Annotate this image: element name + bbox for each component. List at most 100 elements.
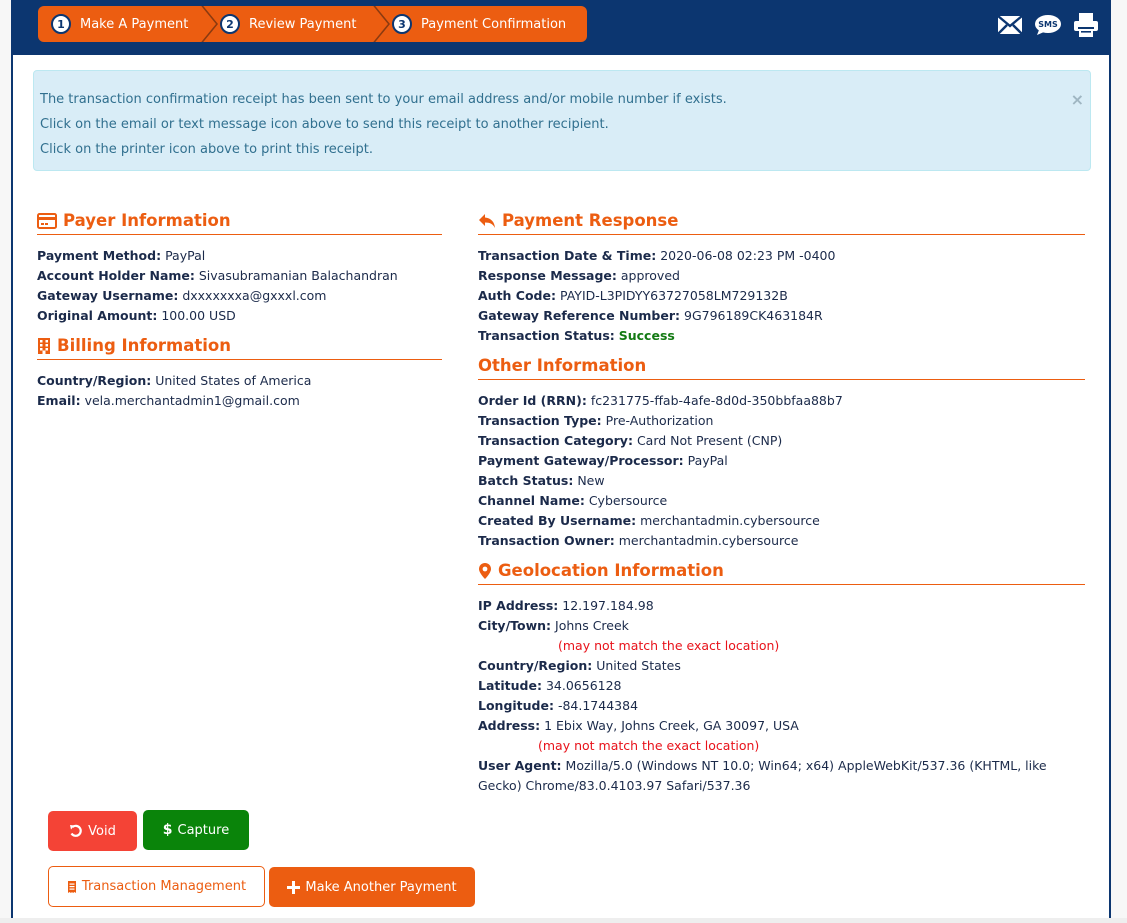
map-marker-icon xyxy=(478,562,492,580)
printer-icon[interactable] xyxy=(1073,12,1099,38)
detail-row: Gateway Username: dxxxxxxxa@gxxxl.com xyxy=(37,286,442,306)
detail-value: United States xyxy=(596,658,681,673)
void-button[interactable]: Void xyxy=(48,811,137,851)
detail-value: Cybersource xyxy=(588,493,668,508)
detail-value: Mozilla/5.0 (Windows NT 10.0; Win64; x64… xyxy=(478,758,1047,793)
detail-label: Channel Name: xyxy=(478,493,585,508)
detail-row: Gateway Reference Number: 9G796189CK4631… xyxy=(478,306,1085,326)
step-label: Make A Payment xyxy=(80,16,189,32)
geolocation-information-heading: Geolocation Information xyxy=(478,555,1085,585)
section-title-text: Billing Information xyxy=(57,336,231,355)
other-information-heading: Other Information xyxy=(478,350,1085,380)
section-title-text: Other Information xyxy=(478,356,647,375)
receipt-icon xyxy=(67,880,77,894)
detail-label: Gateway Reference Number: xyxy=(478,308,681,323)
sms-icon[interactable]: SMS xyxy=(1034,14,1062,36)
detail-value: 2020-06-08 02:23 PM -0400 xyxy=(660,248,836,263)
credit-card-icon xyxy=(37,212,57,229)
detail-value: Johns Creek xyxy=(555,618,629,633)
billing-information-heading: Billing Information xyxy=(37,330,442,360)
detail-label: User Agent: xyxy=(478,758,562,773)
detail-value: vela.merchantadmin1@gmail.com xyxy=(84,393,300,408)
step-label: Review Payment xyxy=(249,16,357,32)
left-column: Payer Information Payment Method: PayPal… xyxy=(37,205,442,415)
detail-label: Latitude: xyxy=(478,678,542,693)
detail-value: New xyxy=(577,473,605,488)
detail-row: Payment Method: PayPal xyxy=(37,246,442,266)
right-column: Payment Response Transaction Date & Time… xyxy=(478,205,1085,800)
detail-value: PAYID-L3PIDYY63727058LM729132B xyxy=(559,288,788,303)
detail-label: Transaction Date & Time: xyxy=(478,248,657,263)
receipt-page: 1 Make A Payment 2 Review Payment 3 Paym… xyxy=(11,0,1111,918)
detail-label: Payment Method: xyxy=(37,248,162,263)
step-make-a-payment: 1 Make A Payment xyxy=(38,6,204,42)
detail-row: Country/Region: United States of America xyxy=(37,371,442,391)
payment-response-details: Transaction Date & Time: 2020-06-08 02:2… xyxy=(478,235,1085,350)
detail-value: 34.0656128 xyxy=(545,678,622,693)
detail-label: Country/Region: xyxy=(478,658,593,673)
transaction-status-badge: Success xyxy=(618,328,675,343)
void-button-label: Void xyxy=(88,823,116,839)
receipt-actions: SMS xyxy=(997,12,1099,38)
detail-value: -84.1744384 xyxy=(557,698,639,713)
detail-value: 100.00 USD xyxy=(161,308,236,323)
make-another-payment-button[interactable]: Make Another Payment xyxy=(269,867,475,907)
detail-value: 1 Ebix Way, Johns Creek, GA 30097, USA xyxy=(544,718,799,733)
section-title-text: Payer Information xyxy=(63,211,231,230)
capture-button[interactable]: $ Capture xyxy=(143,810,249,850)
step-payment-confirmation: 3 Payment Confirmation xyxy=(376,6,566,42)
detail-row: IP Address: 12.197.184.98 xyxy=(478,596,1085,616)
transaction-management-label: Transaction Management xyxy=(81,879,247,894)
detail-row: Batch Status: New xyxy=(478,471,1085,491)
payment-steps: 1 Make A Payment 2 Review Payment 3 Paym… xyxy=(38,6,587,42)
detail-label: Longitude: xyxy=(478,698,554,713)
alert-line: Click on the printer icon above to print… xyxy=(40,142,374,157)
detail-label: Order Id (RRN): xyxy=(478,393,587,408)
make-another-payment-label: Make Another Payment xyxy=(305,879,457,895)
detail-row: City/Town: Johns Creek xyxy=(478,616,1085,636)
confirmation-alert: The transaction confirmation receipt has… xyxy=(33,70,1091,171)
detail-row: Order Id (RRN): fc231775-ffab-4afe-8d0d-… xyxy=(478,391,1085,411)
detail-value: PayPal xyxy=(687,453,728,468)
detail-value: approved xyxy=(620,268,680,283)
detail-label: IP Address: xyxy=(478,598,559,613)
step-label: Payment Confirmation xyxy=(421,16,567,32)
detail-label: City/Town: xyxy=(478,618,552,633)
header-bar: 1 Make A Payment 2 Review Payment 3 Paym… xyxy=(13,0,1109,55)
payment-response-heading: Payment Response xyxy=(478,205,1085,235)
detail-value: PayPal xyxy=(165,248,206,263)
detail-label: Address: xyxy=(478,718,541,733)
detail-label: Transaction Category: xyxy=(478,433,633,448)
detail-row: Response Message: approved xyxy=(478,266,1085,286)
step-review-payment: 2 Review Payment xyxy=(204,6,376,42)
step-number: 2 xyxy=(220,14,240,34)
detail-value: merchantadmin.cybersource xyxy=(640,513,820,528)
billing-details: Country/Region: United States of America… xyxy=(37,360,442,415)
plus-icon xyxy=(287,880,301,894)
undo-icon xyxy=(69,824,83,838)
email-icon[interactable] xyxy=(997,15,1023,35)
detail-row: Longitude: -84.1744384 xyxy=(478,696,1085,716)
detail-value: 9G796189CK463184R xyxy=(684,308,823,323)
detail-row: Transaction Type: Pre-Authorization xyxy=(478,411,1085,431)
detail-row: Transaction Owner: merchantadmin.cyberso… xyxy=(478,531,1085,551)
detail-label: Transaction Status: xyxy=(478,328,615,343)
detail-row: Transaction Status: Success xyxy=(478,326,1085,346)
detail-row: Original Amount: 100.00 USD xyxy=(37,306,442,326)
detail-value: Card Not Present (CNP) xyxy=(636,433,783,448)
detail-label: Response Message: xyxy=(478,268,617,283)
geolocation-details: IP Address: 12.197.184.98 City/Town: Joh… xyxy=(478,585,1085,800)
reply-arrow-icon xyxy=(478,213,496,229)
detail-row: Channel Name: Cybersource xyxy=(478,491,1085,511)
close-icon[interactable]: × xyxy=(1071,87,1084,112)
step-separator-chevron xyxy=(198,6,218,42)
detail-value: 12.197.184.98 xyxy=(562,598,654,613)
detail-row: Payment Gateway/Processor: PayPal xyxy=(478,451,1085,471)
detail-label: Created By Username: xyxy=(478,513,637,528)
detail-row: Email: vela.merchantadmin1@gmail.com xyxy=(37,391,442,411)
detail-label: Country/Region: xyxy=(37,373,152,388)
transaction-management-button[interactable]: Transaction Management xyxy=(48,866,265,907)
detail-row: Transaction Date & Time: 2020-06-08 02:2… xyxy=(478,246,1085,266)
detail-value: fc231775-ffab-4afe-8d0d-350bbfaa88b7 xyxy=(590,393,843,408)
detail-row: Transaction Category: Card Not Present (… xyxy=(478,431,1085,451)
